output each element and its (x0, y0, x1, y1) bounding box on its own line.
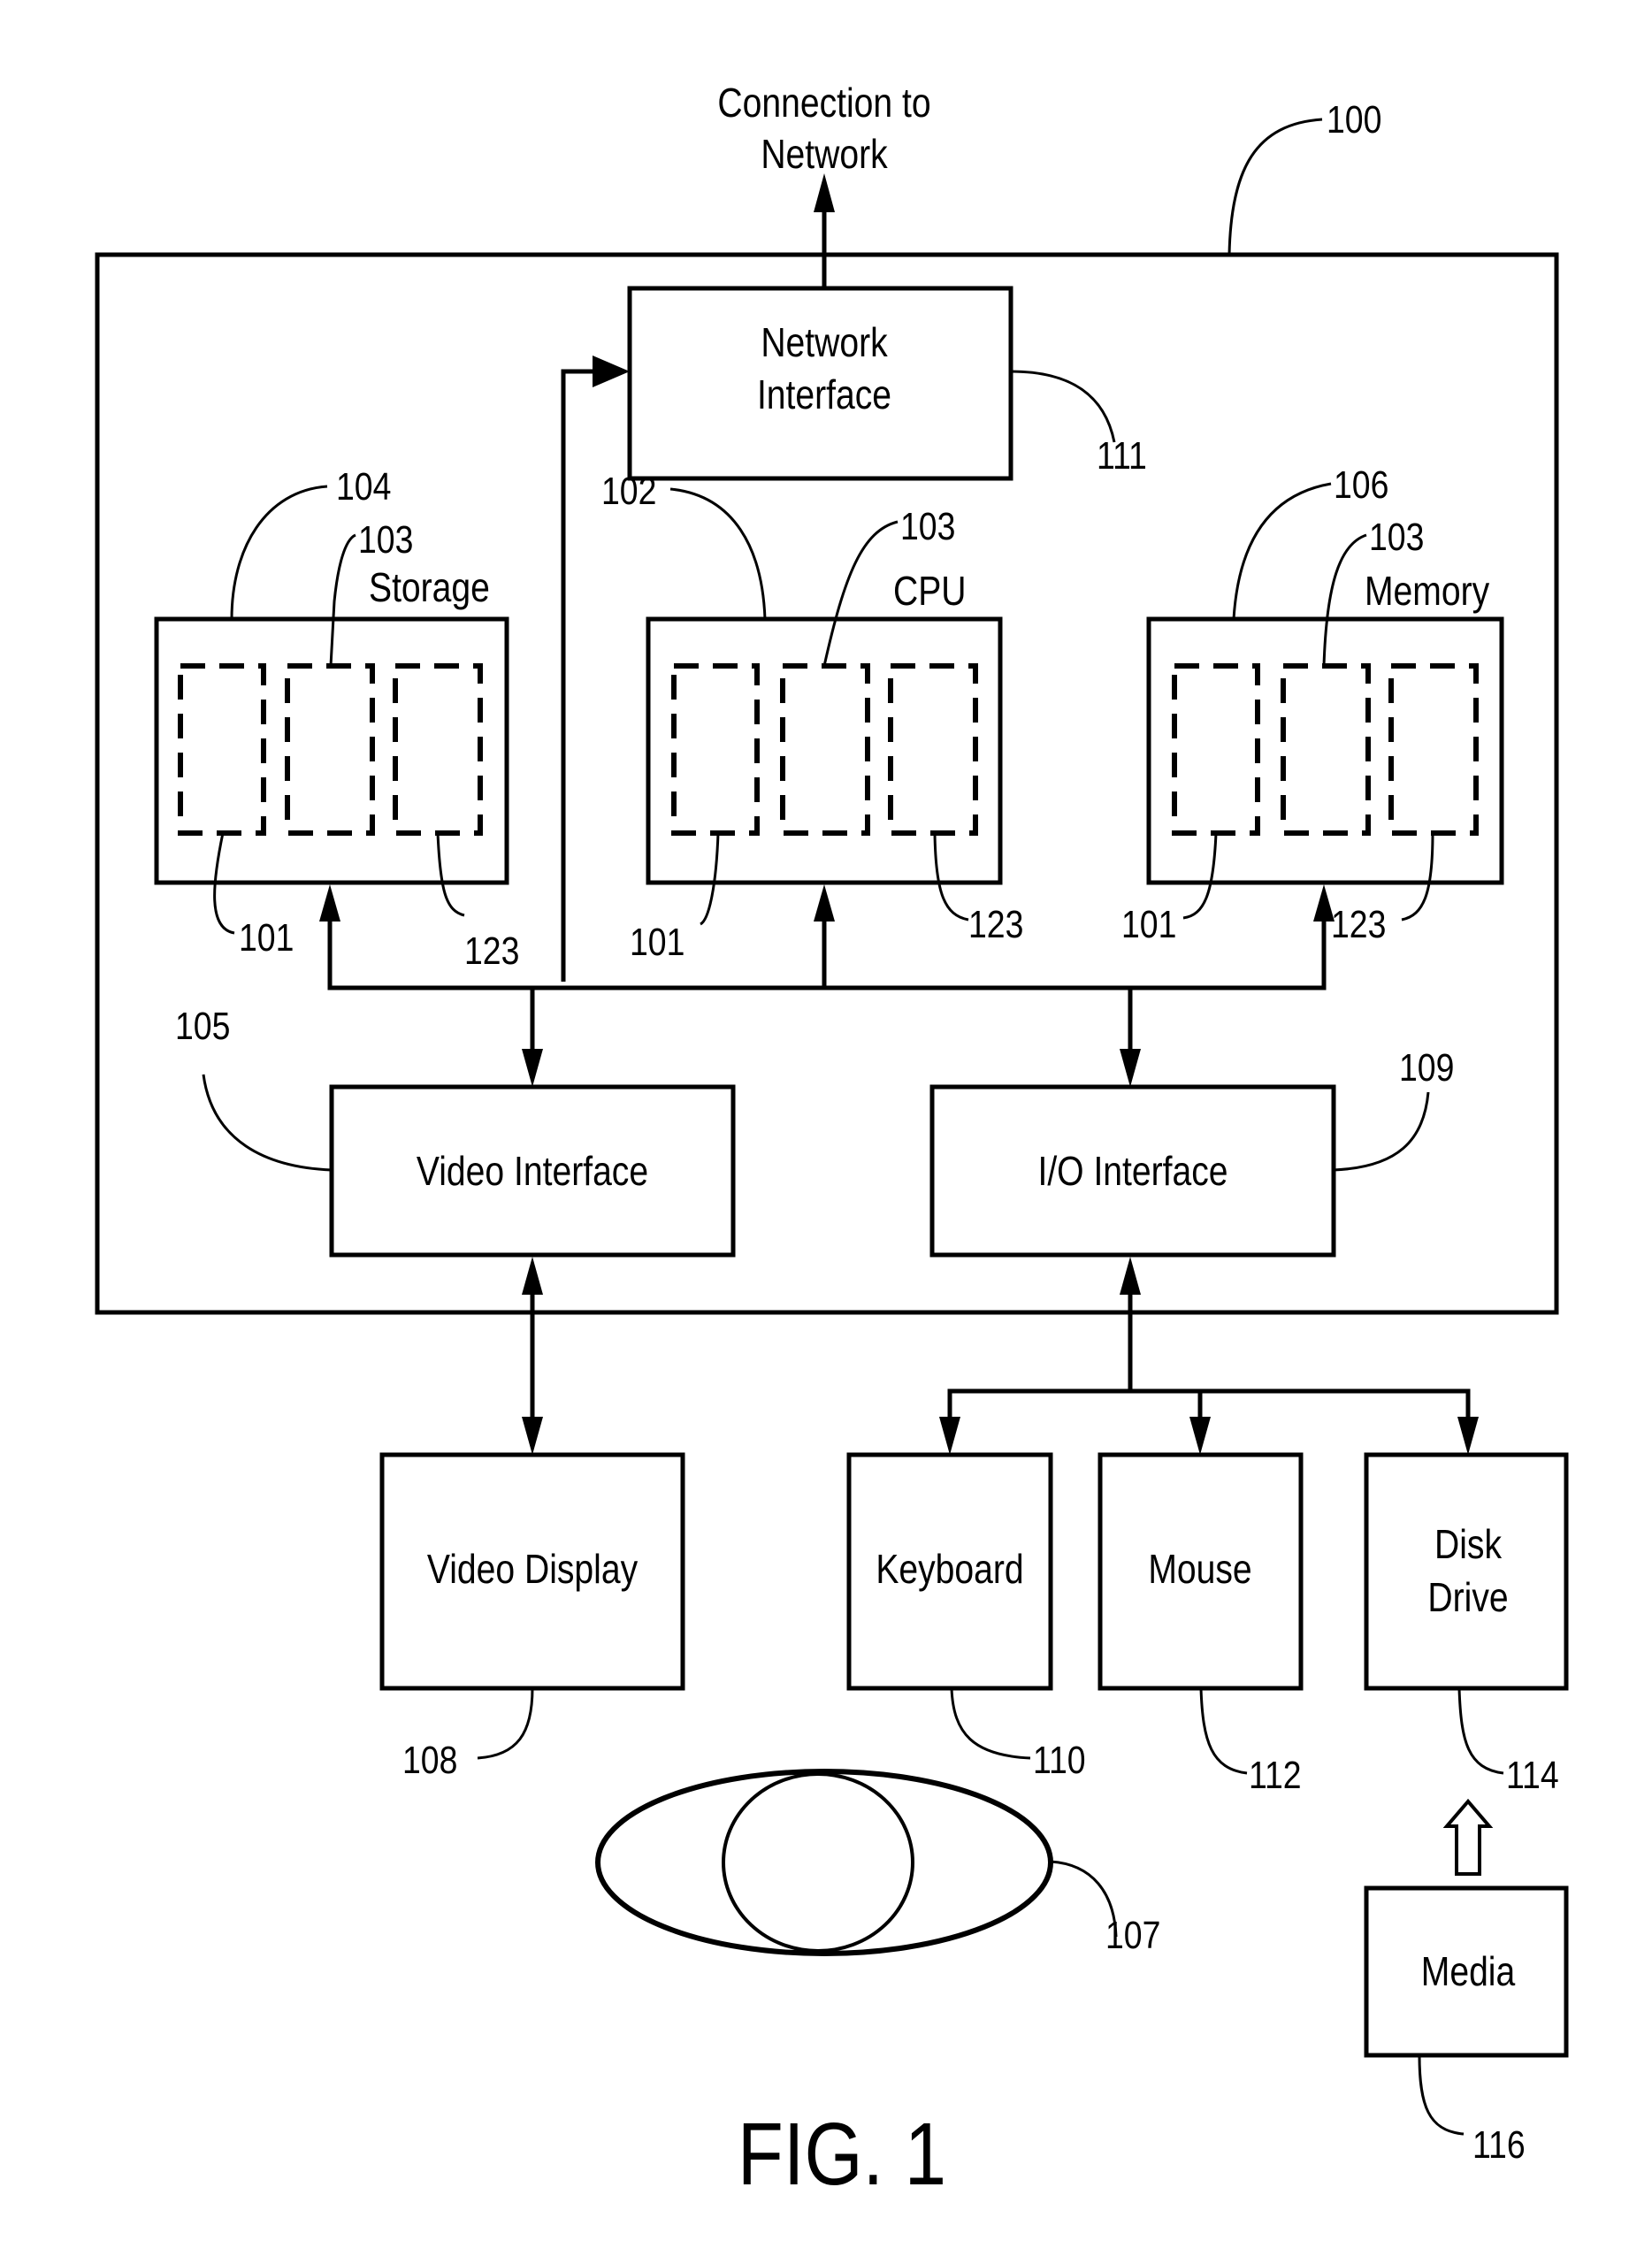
mouse-arrowhead (1189, 1417, 1211, 1455)
cpu-block: 102 103 CPU 101 123 (601, 469, 1023, 964)
media-ref-leader (1418, 2054, 1465, 2136)
connection-to-network-label: Connection to Network (717, 80, 930, 178)
video-interface-block: Video Interface 105 (175, 1004, 736, 1258)
keyboard-block: Keyboard 110 (846, 1452, 1086, 1782)
storage-left-ref: 101 (239, 915, 294, 960)
memory-ref: 106 (1334, 463, 1388, 507)
bus-to-network-line (561, 369, 597, 982)
mouse-label: Mouse (1148, 1547, 1251, 1593)
memory-right-ref: 123 (1331, 902, 1386, 946)
media-to-disk-hollow-arrow (1442, 1798, 1494, 1876)
keyboard-ref-leader (950, 1687, 1031, 1760)
cpu-ref-leader (669, 487, 767, 620)
bus-to-network-arrowhead (593, 356, 630, 387)
system-ref: 100 (1327, 97, 1381, 141)
cpu-right-ref: 123 (968, 902, 1023, 946)
memory-label: Memory (1365, 569, 1490, 615)
computer-system-diagram: Connection to Network 100 Network Interf… (95, 80, 1569, 2204)
disk-drive-ref-leader (1457, 1687, 1504, 1775)
mouse-ref-leader (1199, 1687, 1248, 1775)
network-interface-ref-leader (1010, 370, 1116, 443)
disk-drive-block: Disk Drive 114 (1364, 1452, 1569, 1797)
io-interface-ref-leader (1333, 1091, 1430, 1172)
media-block: Media 116 (1364, 1885, 1569, 2167)
disk-drive-line-2: Drive (1427, 1575, 1508, 1621)
connection-line-2: Network (761, 132, 888, 178)
storage-block: 104 103 Storage 101 123 (154, 464, 519, 973)
video-display-label: Video Display (427, 1547, 639, 1593)
video-link-down-arrowhead (522, 1417, 543, 1455)
io-interface-ref: 109 (1399, 1045, 1454, 1090)
mouse-ref: 112 (1249, 1753, 1302, 1797)
network-interface-block: Network Interface 111 (627, 286, 1147, 481)
disk-drive-arrowhead (1457, 1417, 1479, 1455)
figure-caption: FIG. 1 (738, 2104, 946, 2203)
io-interface-block: I/O Interface 109 (929, 1045, 1454, 1258)
memory-ref-leader (1232, 482, 1332, 620)
video-display-ref: 108 (402, 1738, 457, 1782)
cpu-sub-ref: 103 (900, 504, 955, 548)
mouse-device-drawing: 107 (595, 1769, 1160, 1957)
mouse-device-ref: 107 (1105, 1913, 1160, 1957)
system-ref-leader (1228, 118, 1323, 256)
network-interface-ref: 111 (1097, 433, 1147, 478)
disk-drive-line-1: Disk (1434, 1522, 1503, 1568)
network-interface-line-1: Network (761, 320, 888, 366)
network-out-arrowhead (814, 173, 835, 212)
video-display-ref-leader (477, 1687, 534, 1760)
memory-left-ref: 101 (1121, 902, 1176, 946)
cpu-box (646, 616, 1003, 885)
io-interface-label: I/O Interface (1037, 1149, 1228, 1195)
storage-right-ref: 123 (464, 929, 519, 973)
cpu-ref: 102 (601, 469, 656, 513)
bus-to-video-arrowhead (522, 1049, 543, 1087)
cpu-arrowhead (814, 884, 835, 922)
storage-ref-leader (230, 485, 328, 620)
keyboard-arrowhead (939, 1417, 960, 1455)
keyboard-ref: 110 (1033, 1738, 1086, 1782)
keyboard-label: Keyboard (876, 1547, 1023, 1593)
cpu-left-ref: 101 (630, 920, 685, 964)
video-interface-ref-leader (202, 1074, 333, 1172)
storage-sub-ref: 103 (358, 517, 413, 562)
disk-drive-ref: 114 (1506, 1753, 1559, 1797)
connection-line-1: Connection to (717, 80, 930, 126)
mouse-device-inner-circle (722, 1772, 914, 1953)
storage-arrowhead (319, 884, 340, 922)
video-interface-ref: 105 (175, 1004, 230, 1048)
mouse-device-outer-ellipse (595, 1769, 1053, 1956)
storage-label: Storage (369, 565, 490, 611)
network-interface-line-2: Interface (757, 372, 891, 418)
storage-ref: 104 (336, 464, 391, 509)
media-label: Media (1421, 1949, 1516, 1995)
memory-sub-ref: 103 (1369, 515, 1424, 559)
cpu-label: CPU (893, 569, 967, 615)
bus-to-io-arrowhead (1120, 1049, 1141, 1087)
disk-drive-box (1364, 1452, 1569, 1691)
peripheral-branch-bar (947, 1388, 1471, 1419)
video-link-up-arrowhead (522, 1257, 543, 1295)
io-link-up-arrowhead (1120, 1257, 1141, 1295)
mouse-block: Mouse 112 (1098, 1452, 1304, 1797)
video-interface-label: Video Interface (417, 1149, 648, 1195)
memory-block: 106 103 Memory 101 123 (1121, 463, 1504, 946)
video-display-block: Video Display 108 (379, 1452, 685, 1782)
media-ref: 116 (1472, 2122, 1526, 2167)
